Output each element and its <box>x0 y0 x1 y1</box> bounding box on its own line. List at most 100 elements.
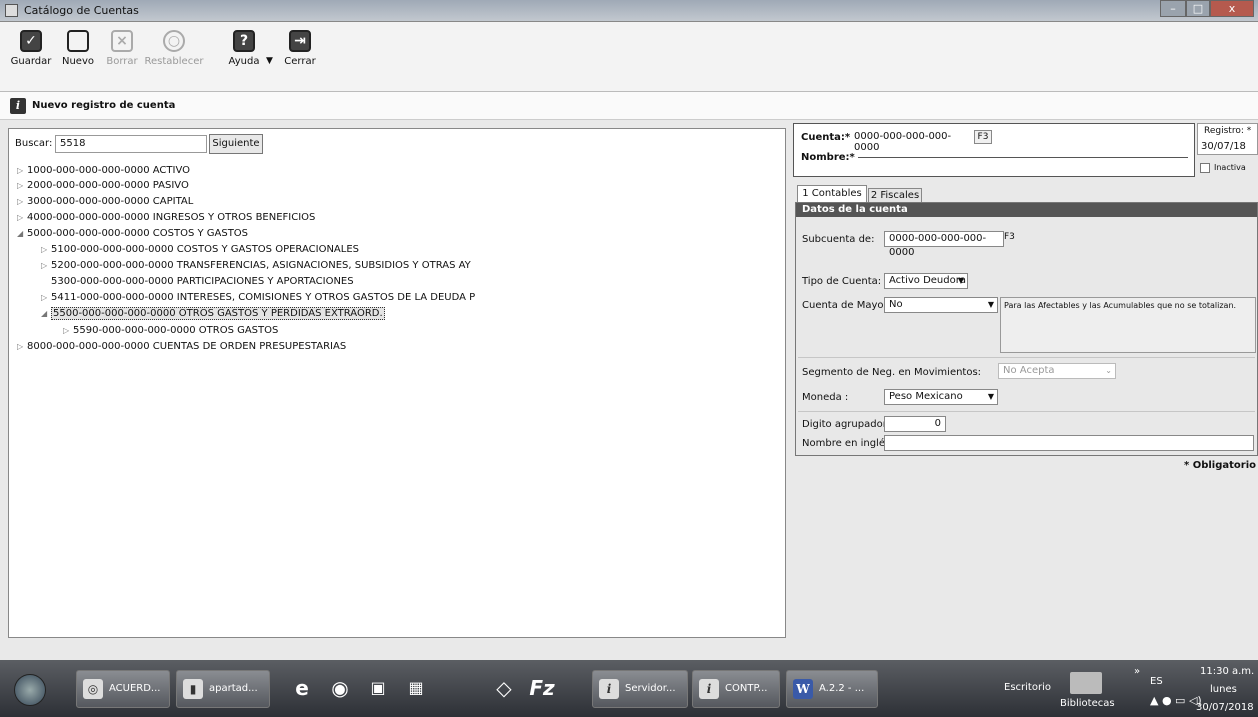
nuevo-label: Nuevo <box>61 56 94 67</box>
ingles-field[interactable] <box>884 435 1254 451</box>
obligatorio-note: * Obligatorio <box>1184 460 1257 471</box>
taskbar-button[interactable]: i CONTP... <box>692 670 780 708</box>
inactiva-checkbox[interactable] <box>1200 163 1210 173</box>
tree-node-label: 5000-000-000-000-0000 COSTOS Y GASTOS <box>27 228 249 239</box>
cuenta-field[interactable]: 0000-000-000-000-0000 <box>854 131 970 153</box>
siguiente-button[interactable]: Siguiente <box>209 134 263 154</box>
subcuenta-field[interactable]: 0000-000-000-000-0000 <box>884 231 1004 258</box>
ayuda-button[interactable]: ? Ayuda <box>224 28 264 84</box>
tree-node-label: 4000-000-000-000-0000 INGRESOS Y OTROS B… <box>27 212 316 223</box>
borrar-button[interactable]: × Borrar <box>104 28 140 84</box>
ayuda-dropdown-icon[interactable]: ▼ <box>266 56 273 66</box>
cuenta-mayor-select[interactable]: No ▼ <box>884 297 998 313</box>
tree-node-label: 5300-000-000-000-0000 PARTICIPACIONES Y … <box>51 276 354 287</box>
guardar-button[interactable]: ✓ Guardar <box>8 28 54 84</box>
window-controls: – □ x <box>1160 0 1256 18</box>
expand-icon[interactable]: ▷ <box>63 324 73 338</box>
divider <box>798 411 1255 412</box>
tipo-cuenta-label: Tipo de Cuenta: * <box>802 276 890 287</box>
cuenta-f3-button[interactable]: F3 <box>974 130 992 144</box>
datos-cuenta-header: Datos de la cuenta <box>796 203 1257 217</box>
expand-icon[interactable]: ▷ <box>17 164 27 178</box>
tree-node[interactable]: ▷ 5100-000-000-000-0000 COSTOS Y GASTOS O… <box>41 243 359 257</box>
tree-node[interactable]: ◢ 5000-000-000-000-0000 COSTOS Y GASTOS <box>17 227 248 241</box>
moneda-select[interactable]: Peso Mexicano ▼ <box>884 389 998 405</box>
ayuda-label: Ayuda <box>228 56 260 67</box>
media-player-icon[interactable]: ◉ <box>322 670 358 706</box>
digito-field[interactable]: 0 <box>884 416 946 432</box>
restablecer-button[interactable]: ○ Restablecer <box>142 28 206 84</box>
expand-icon[interactable]: ▷ <box>41 291 51 305</box>
tab-contables[interactable]: 1 Contables <box>797 185 867 202</box>
tree-node[interactable]: 5300-000-000-000-0000 PARTICIPACIONES Y … <box>41 275 354 289</box>
close-button[interactable]: x <box>1210 0 1254 17</box>
clock-day: lunes <box>1210 684 1237 695</box>
banner-text: Nuevo registro de cuenta <box>32 100 176 111</box>
tipo-cuenta-select[interactable]: Activo Deudora ▼ <box>884 273 968 289</box>
diamond-app-icon[interactable]: ◇ <box>486 670 522 706</box>
info-icon: i <box>10 98 26 114</box>
expand-icon[interactable]: ▷ <box>17 179 27 193</box>
language-indicator[interactable]: ES <box>1150 676 1163 687</box>
expand-icon[interactable]: ▷ <box>17 211 27 225</box>
moneda-label: Moneda : <box>802 392 849 403</box>
nuevo-button[interactable]: Nuevo <box>58 28 98 84</box>
tree-node[interactable]: ▷ 8000-000-000-000-0000 CUENTAS DE ORDEN … <box>17 340 346 354</box>
tree-node[interactable]: ▷ 5411-000-000-000-0000 INTERESES, COMISI… <box>41 291 475 305</box>
expand-icon[interactable]: ▷ <box>41 259 51 273</box>
expand-icon[interactable]: ▷ <box>41 243 51 257</box>
tray-icons[interactable]: ▲ ● ▭ ◁) <box>1150 694 1202 707</box>
reset-icon: ○ <box>163 30 185 52</box>
chrome-icon: ◎ <box>83 679 103 699</box>
minimize-button[interactable]: – <box>1160 0 1186 17</box>
search-label: Buscar: <box>15 138 53 149</box>
tree-node[interactable]: ▷ 5590-000-000-000-0000 OTROS GASTOS <box>63 324 278 338</box>
monitor-icon[interactable]: ▣ <box>360 670 396 706</box>
delete-icon: × <box>111 30 133 52</box>
collapse-icon[interactable]: ◢ <box>41 307 51 321</box>
word-icon: W <box>793 679 813 699</box>
chevron-down-icon: ▼ <box>987 300 994 309</box>
clock-time[interactable]: 11:30 a.m. <box>1200 666 1254 677</box>
cuenta-mayor-note: Para las Afectables y las Acumulables qu… <box>1000 297 1256 353</box>
nombre-field[interactable] <box>858 157 1188 158</box>
info-banner: i Nuevo registro de cuenta <box>0 92 1258 120</box>
ie-icon[interactable]: e <box>284 670 320 706</box>
tree-node[interactable]: ▷ 3000-000-000-000-0000 CAPITAL <box>17 195 193 209</box>
taskbar-button[interactable]: ◎ ACUERD... <box>76 670 170 708</box>
taskbar-button[interactable]: ▮ apartad... <box>176 670 270 708</box>
tree-node[interactable]: ▷ 4000-000-000-000-0000 INGRESOS Y OTROS … <box>17 211 315 225</box>
tree-node[interactable]: ▷ 1000-000-000-000-0000 ACTIVO <box>17 164 190 178</box>
subcuenta-f3-button[interactable]: F3 <box>1004 232 1015 242</box>
tree-node-selected[interactable]: ◢ 5500-000-000-000-0000 OTROS GASTOS Y PE… <box>41 307 385 321</box>
maximize-button[interactable]: □ <box>1186 0 1210 17</box>
tab-fiscales[interactable]: 2 Fiscales <box>868 188 922 202</box>
calculator-icon[interactable]: ▦ <box>398 670 434 706</box>
tree-node[interactable]: ▷ 2000-000-000-000-0000 PASIVO <box>17 179 189 193</box>
collapse-icon[interactable]: ◢ <box>17 227 27 241</box>
taskbar-button[interactable]: W A.2.2 - ... <box>786 670 878 708</box>
taskbar-button[interactable]: i Servidor... <box>592 670 688 708</box>
tree-node[interactable]: ▷ 5200-000-000-000-0000 TRANSFERENCIAS, A… <box>41 259 471 273</box>
show-hidden-icon[interactable]: » <box>1134 666 1140 677</box>
tree-node-label: 5100-000-000-000-0000 COSTOS Y GASTOS OP… <box>51 244 359 255</box>
tree-node-label: 5590-000-000-000-0000 OTROS GASTOS <box>73 325 279 336</box>
info-app-icon: i <box>599 679 619 699</box>
segmento-select[interactable]: No Acepta ⌄ <box>998 363 1116 379</box>
escritorio-label[interactable]: Escritorio <box>1004 682 1051 693</box>
tipo-cuenta-value: Activo Deudora <box>889 275 966 286</box>
toolbar: ✓ Guardar Nuevo × Borrar ○ Restablecer ?… <box>0 22 1258 92</box>
chevron-down-icon: ▼ <box>957 276 964 285</box>
bibliotecas-icon[interactable] <box>1070 672 1102 694</box>
moneda-value: Peso Mexicano <box>889 391 963 402</box>
expand-icon[interactable]: ▷ <box>17 340 27 354</box>
cerrar-button[interactable]: ⇥ Cerrar <box>282 28 318 84</box>
expand-icon[interactable]: ▷ <box>17 195 27 209</box>
filezilla-icon[interactable]: Fz <box>524 670 560 706</box>
registro-date-field[interactable]: 30/07/18 <box>1198 141 1256 155</box>
restablecer-label: Restablecer <box>144 56 204 67</box>
search-input[interactable]: 5518 <box>55 135 207 153</box>
start-button[interactable] <box>14 674 46 706</box>
cuenta-mayor-value: No <box>889 299 903 310</box>
cuenta-label: Cuenta:* <box>801 132 851 143</box>
